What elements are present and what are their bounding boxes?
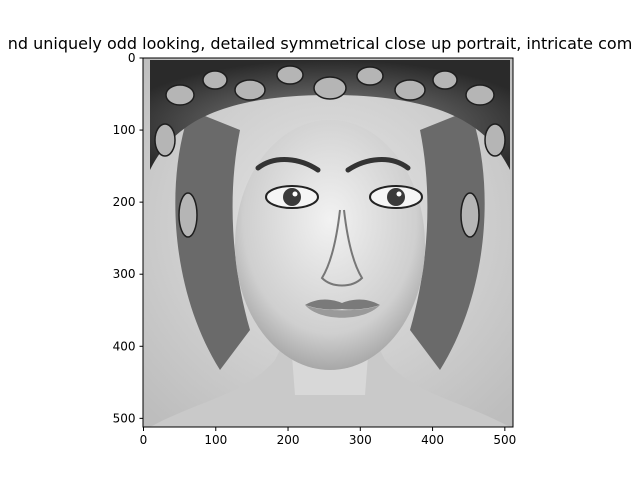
x-tick-label: 500 <box>493 433 516 447</box>
y-tick-label: 100 <box>113 123 136 137</box>
y-tick-label: 400 <box>113 339 136 353</box>
x-axis: 0 100 200 300 400 500 <box>140 427 516 447</box>
y-axis: 0 100 200 300 400 500 <box>113 51 144 425</box>
y-tick-label: 0 <box>128 51 136 65</box>
y-tick-label: 200 <box>113 195 136 209</box>
x-tick-label: 200 <box>277 433 300 447</box>
x-tick-label: 100 <box>204 433 227 447</box>
portrait-image <box>143 58 513 427</box>
figure: nd uniquely odd looking, detailed symmet… <box>8 34 633 447</box>
x-tick-label: 400 <box>421 433 444 447</box>
x-tick-label: 0 <box>140 433 148 447</box>
y-tick-label: 500 <box>113 411 136 425</box>
x-tick-label: 300 <box>349 433 372 447</box>
y-tick-label: 300 <box>113 267 136 281</box>
figure-title: nd uniquely odd looking, detailed symmet… <box>8 34 633 53</box>
